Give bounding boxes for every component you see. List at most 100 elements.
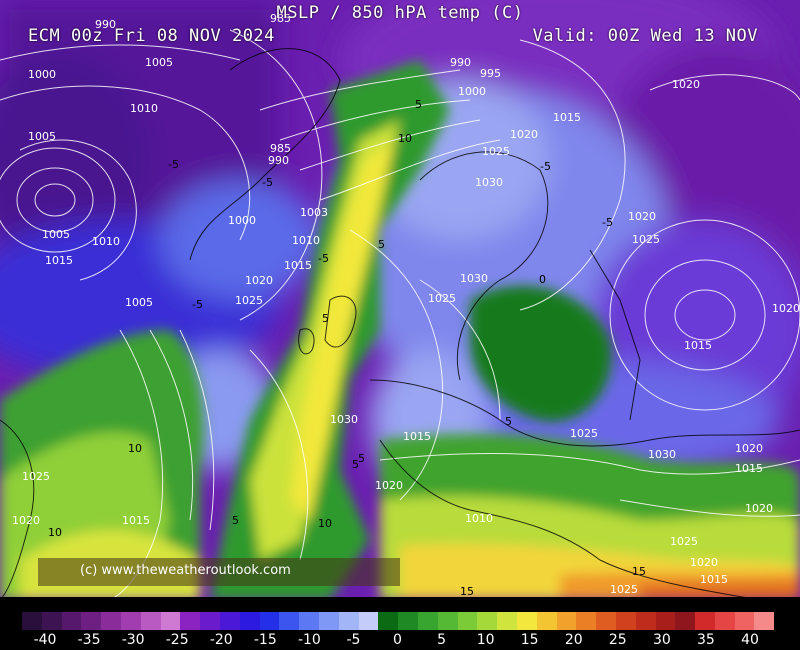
isobar-label: 1030 xyxy=(330,413,358,426)
color-scale-swatch xyxy=(536,612,557,630)
temperature-contour-label: 10 xyxy=(48,526,62,539)
isobar-label: 1000 xyxy=(28,68,56,81)
color-scale-swatch xyxy=(675,612,696,630)
isobar-label: 990 xyxy=(450,56,471,69)
color-scale-tick-label: 10 xyxy=(476,632,495,648)
temperature-contour-label: 15 xyxy=(632,565,646,578)
temperature-contour-label: 5 xyxy=(322,312,329,325)
color-scale-swatch xyxy=(615,612,636,630)
isobar-label: 1025 xyxy=(482,145,510,158)
color-scale-tick-label: -10 xyxy=(297,632,321,648)
temperature-contour-label: 0 xyxy=(539,273,546,286)
color-scale-tick-label: 20 xyxy=(564,632,583,648)
isobar-label: 1000 xyxy=(228,214,256,227)
credit-text: (c) www.theweatheroutlook.com xyxy=(80,563,291,578)
isobar-label: 1010 xyxy=(465,512,493,525)
temperature-contour-label: 10 xyxy=(398,132,412,145)
isobar-label: 1020 xyxy=(628,210,656,223)
isobar-label: 1020 xyxy=(510,128,538,141)
color-scale-swatch xyxy=(140,612,161,630)
isobar-label: 1015 xyxy=(553,111,581,124)
color-scale-tick-label: -40 xyxy=(33,632,57,648)
color-scale-swatch xyxy=(259,612,280,630)
color-scale-swatch xyxy=(338,612,359,630)
color-scale-tick-label: -15 xyxy=(253,632,277,648)
isobar-label: 1020 xyxy=(690,556,718,569)
isobar-label: 1005 xyxy=(145,56,173,69)
color-scale-swatch xyxy=(22,612,42,630)
temperature-contour-label: 5 xyxy=(505,415,512,428)
color-scale-tick-label: -30 xyxy=(121,632,145,648)
temperature-contour-label: 5 xyxy=(378,238,385,251)
color-scale-tick-label: -20 xyxy=(209,632,233,648)
temperature-contour-label: -5 xyxy=(602,216,613,229)
color-scale-bar xyxy=(22,612,775,630)
color-scale-swatch xyxy=(61,612,82,630)
color-scale-swatch xyxy=(101,612,121,630)
isobar-label: 990 xyxy=(268,154,289,167)
color-scale-tick-label: 35 xyxy=(697,632,715,648)
isobar-label: 1020 xyxy=(735,442,763,455)
isobar-label: 1025 xyxy=(570,427,598,440)
isobar-label: 1030 xyxy=(648,448,676,461)
temperature-contour-label: 5 xyxy=(232,514,239,527)
isobar-label: 1000 xyxy=(458,85,486,98)
isobar-label: 995 xyxy=(480,67,501,80)
color-scale-tick-label: 40 xyxy=(741,632,759,648)
temperature-contour-label: 5 xyxy=(415,98,422,111)
isobar-label: 1015 xyxy=(684,339,712,352)
isobar-label: 1010 xyxy=(92,235,120,248)
isobar-label: 1010 xyxy=(130,102,158,115)
isobar-label: 1030 xyxy=(475,176,503,189)
isobar-label: 1020 xyxy=(745,502,773,515)
temperature-contour-label: -5 xyxy=(192,298,203,311)
color-scale-swatch xyxy=(81,612,102,630)
isobar-label: 1020 xyxy=(772,302,800,315)
color-scale-swatch xyxy=(556,612,577,630)
color-scale-swatch xyxy=(120,612,141,630)
isobar-label: 1025 xyxy=(632,233,660,246)
isobar-label: 1015 xyxy=(735,462,763,475)
isobar-label: 1005 xyxy=(28,130,56,143)
color-scale-tick-label: 25 xyxy=(608,632,627,648)
color-scale-swatch xyxy=(239,612,260,630)
color-scale-tick-label: 30 xyxy=(652,632,671,648)
color-scale-tick-label: 5 xyxy=(437,632,447,648)
color-scale-swatch xyxy=(180,612,201,630)
isobar-label: 1015 xyxy=(284,259,312,272)
model-run-label: ECM 00z Fri 08 NOV 2024 xyxy=(28,26,275,46)
isobar-label: 1025 xyxy=(670,535,698,548)
color-scale-tick-label: -25 xyxy=(165,632,189,648)
chart-title: MSLP / 850 hPA temp (C) xyxy=(276,3,524,23)
color-scale-swatch xyxy=(219,612,240,630)
color-scale-tick-label: -35 xyxy=(77,632,101,648)
isobar-label: 1015 xyxy=(122,514,150,527)
isobar-label: 1025 xyxy=(235,294,263,307)
color-scale-swatch xyxy=(754,612,775,630)
isobar-label: 1020 xyxy=(245,274,273,287)
valid-time-label: Valid: 00Z Wed 13 NOV xyxy=(532,26,758,46)
isobar-label: 1025 xyxy=(428,292,456,305)
isobar-label: 1015 xyxy=(700,573,728,586)
color-scale-swatch xyxy=(477,612,498,630)
color-scale-swatch xyxy=(655,612,676,630)
temperature-contour-label: -5 xyxy=(540,160,551,173)
color-scale-swatch xyxy=(457,612,478,630)
temperature-contour-label: 5 xyxy=(358,452,365,465)
color-scale-swatch xyxy=(635,612,656,630)
isobar-label: 1015 xyxy=(45,254,73,267)
color-scale-swatch xyxy=(299,612,319,630)
color-scale-swatch xyxy=(516,612,537,630)
isobar-label: 1025 xyxy=(610,583,638,596)
color-scale-swatch xyxy=(576,612,597,630)
color-scale-tick-label: 15 xyxy=(520,632,539,648)
color-scale-swatch xyxy=(318,612,339,630)
isobar-label: 1025 xyxy=(22,470,50,483)
isobar-label: 1015 xyxy=(403,430,431,443)
color-scale-tick-label: 0 xyxy=(393,632,402,648)
color-scale-swatch xyxy=(160,612,181,630)
isobar-label: 1030 xyxy=(460,272,488,285)
color-scale-swatch xyxy=(497,612,517,630)
color-scale-swatch xyxy=(200,612,220,630)
color-scale-swatch xyxy=(417,612,438,630)
